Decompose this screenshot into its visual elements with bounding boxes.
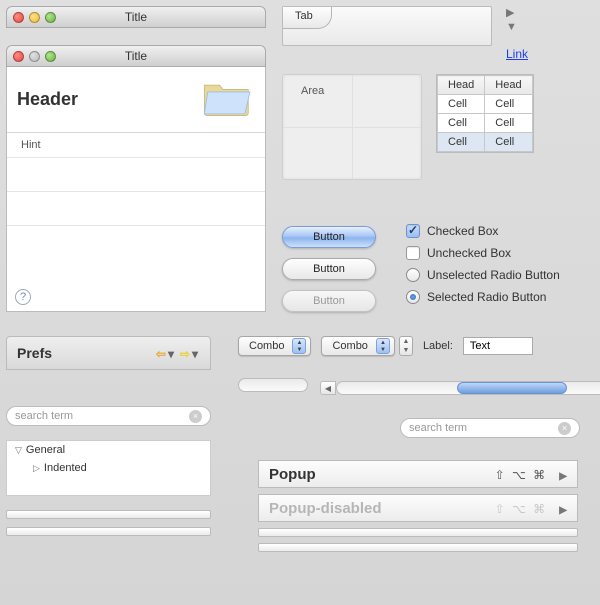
tree-item-indented[interactable]: ▷ Indented bbox=[7, 459, 210, 477]
forward-icon[interactable]: ⇨ bbox=[180, 347, 190, 361]
popup-menu-disabled: Popup-disabled ⇧ ⌥ ⌘ ▶ bbox=[258, 494, 578, 522]
progress-bar bbox=[6, 510, 211, 519]
table-header[interactable]: Head bbox=[438, 76, 485, 95]
clear-icon[interactable]: × bbox=[558, 422, 571, 435]
standalone-stepper[interactable]: ▲▼ bbox=[399, 336, 413, 356]
help-icon[interactable]: ? bbox=[15, 289, 31, 305]
close-icon[interactable] bbox=[13, 51, 24, 62]
text-field[interactable] bbox=[463, 337, 533, 355]
checkbox-unchecked[interactable] bbox=[406, 246, 420, 260]
close-icon[interactable] bbox=[13, 12, 24, 23]
tab-strip: Tab bbox=[282, 6, 492, 46]
tree-item-general[interactable]: ▽ General bbox=[7, 441, 210, 459]
down-icon[interactable]: ▼ bbox=[506, 21, 586, 33]
table-cell[interactable]: Cell bbox=[485, 114, 532, 133]
combo-box[interactable]: Combo ▲▼ bbox=[238, 336, 311, 356]
table-header[interactable]: Head bbox=[485, 76, 532, 95]
hint-text: Hint bbox=[7, 133, 265, 157]
area-label: Area bbox=[283, 75, 421, 97]
disclosure-closed-icon[interactable]: ▷ bbox=[33, 463, 40, 474]
default-button[interactable]: Button bbox=[282, 226, 376, 248]
thin-progress-bar bbox=[258, 543, 578, 552]
keyboard-shortcut: ⇧ ⌥ ⌘ bbox=[495, 502, 548, 516]
checkbox-checked[interactable] bbox=[406, 224, 420, 238]
window2-body: Header Hint ? bbox=[6, 67, 266, 312]
prefs-header: Prefs ⇦▾ ⇨▾ bbox=[6, 336, 211, 370]
tree-list: ▽ General ▷ Indented bbox=[6, 440, 211, 496]
scrollbar-thumb[interactable] bbox=[457, 382, 567, 394]
table-cell[interactable]: Cell bbox=[438, 114, 485, 133]
checkbox-label: Checked Box bbox=[427, 224, 498, 238]
window1-titlebar[interactable]: Title bbox=[6, 6, 266, 28]
radio-label: Selected Radio Button bbox=[427, 290, 546, 304]
hyperlink[interactable]: Link bbox=[506, 47, 528, 61]
search-input[interactable]: search term × bbox=[6, 406, 211, 426]
search-input[interactable]: search term × bbox=[400, 418, 580, 438]
mini-scrollbar[interactable] bbox=[238, 378, 308, 392]
stepper-icon[interactable]: ▲▼ bbox=[292, 338, 306, 354]
folder-icon bbox=[201, 75, 255, 124]
field-label: Label: bbox=[423, 340, 453, 352]
zoom-icon[interactable] bbox=[45, 51, 56, 62]
minimize-icon[interactable] bbox=[29, 12, 40, 23]
back-icon[interactable]: ⇦ bbox=[156, 347, 166, 361]
tab-item[interactable]: Tab bbox=[283, 7, 332, 29]
search-text: search term bbox=[15, 410, 73, 422]
zoom-icon[interactable] bbox=[45, 12, 56, 23]
chevron-right-icon: ▶ bbox=[559, 471, 567, 482]
thin-progress-bar bbox=[258, 528, 578, 537]
minimize-icon bbox=[29, 51, 40, 62]
disabled-button: Button bbox=[282, 290, 376, 312]
area-box: Area bbox=[282, 74, 422, 180]
scroll-left-icon[interactable]: ◀ bbox=[320, 381, 336, 395]
window2-titlebar[interactable]: Title bbox=[6, 45, 266, 67]
radio-selected[interactable] bbox=[406, 290, 420, 304]
search-text: search term bbox=[409, 422, 467, 434]
checkbox-label: Unchecked Box bbox=[427, 246, 511, 260]
table-cell[interactable]: Cell bbox=[485, 95, 532, 114]
data-table: Head Head Cell Cell Cell Cell Cell Cell bbox=[436, 74, 534, 153]
stepper-icon[interactable]: ▲▼ bbox=[376, 338, 390, 354]
radio-unselected[interactable] bbox=[406, 268, 420, 282]
chevron-right-icon: ▶ bbox=[559, 505, 567, 516]
radio-label: Unselected Radio Button bbox=[427, 268, 560, 282]
popup-menu[interactable]: Popup ⇧ ⌥ ⌘ ▶ bbox=[258, 460, 578, 488]
clear-icon[interactable]: × bbox=[189, 410, 202, 423]
table-cell[interactable]: Cell bbox=[438, 95, 485, 114]
table-cell[interactable]: Cell bbox=[485, 133, 532, 152]
panel-header: Header bbox=[17, 89, 78, 110]
disclosure-open-icon[interactable]: ▽ bbox=[15, 445, 22, 456]
prefs-title: Prefs bbox=[17, 345, 52, 361]
standard-button[interactable]: Button bbox=[282, 258, 376, 280]
scrollbar-track[interactable] bbox=[336, 381, 600, 395]
keyboard-shortcut: ⇧ ⌥ ⌘ bbox=[495, 468, 548, 482]
table-cell[interactable]: Cell bbox=[438, 133, 485, 152]
progress-bar bbox=[6, 527, 211, 536]
forward-icon[interactable]: ▶ bbox=[506, 6, 586, 19]
combo-box[interactable]: Combo ▲▼ bbox=[321, 336, 394, 356]
